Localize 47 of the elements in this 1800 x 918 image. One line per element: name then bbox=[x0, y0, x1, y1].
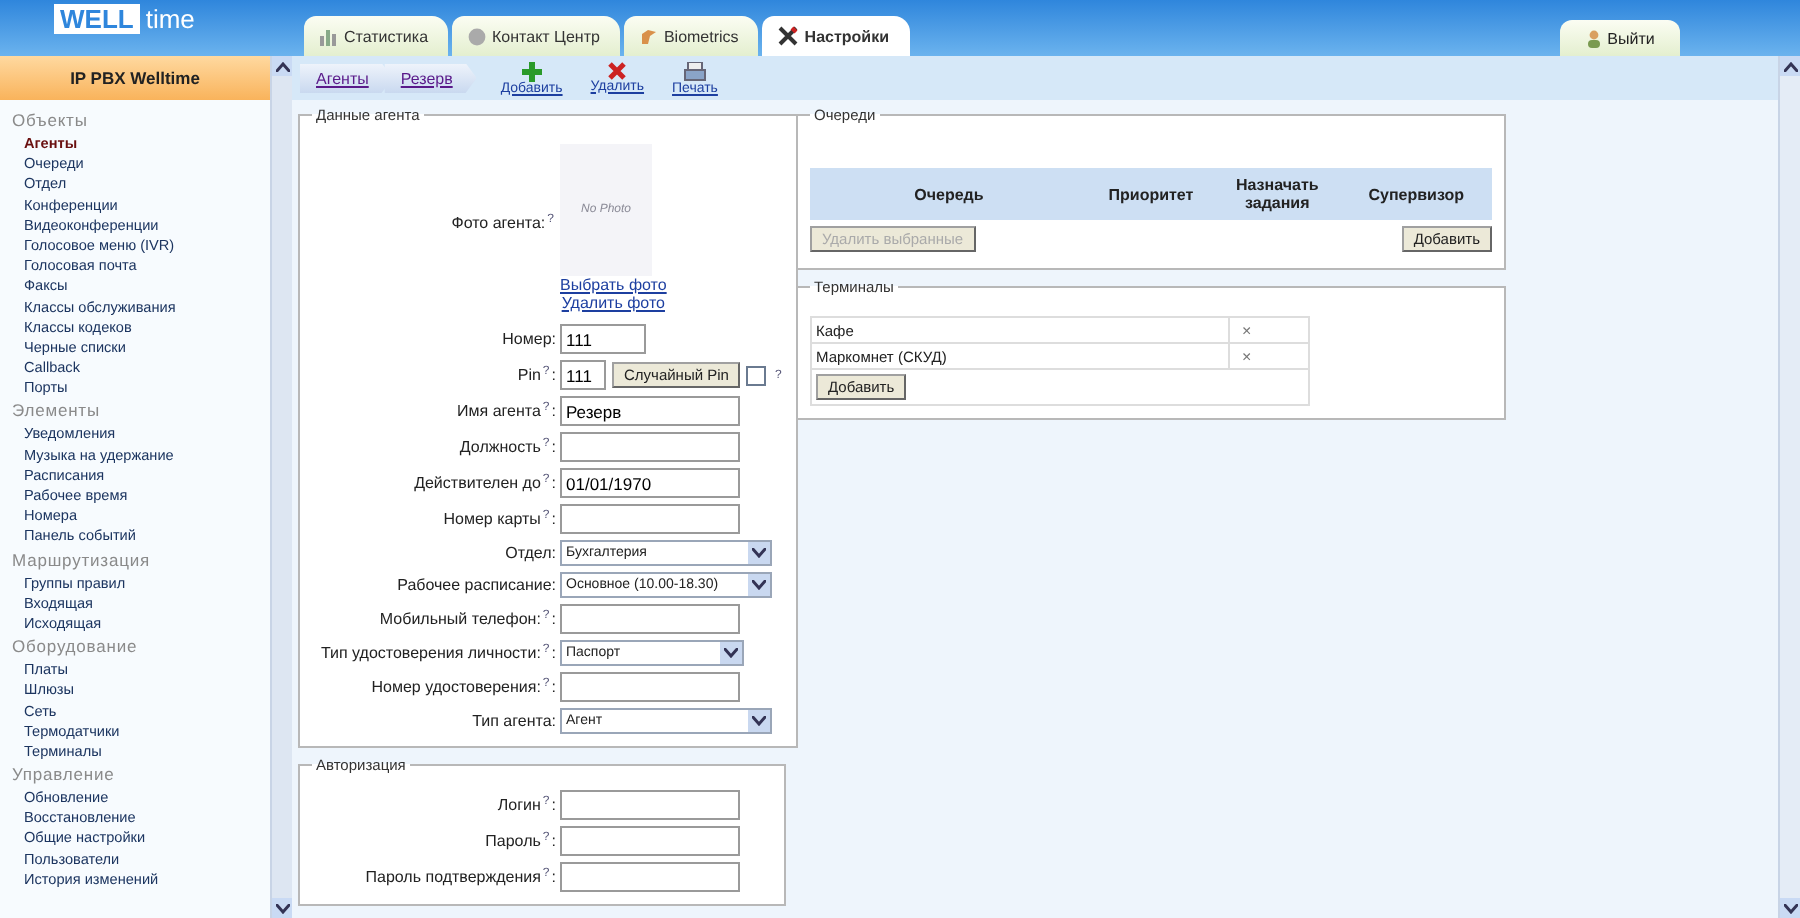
text-input[interactable]: 111 bbox=[560, 324, 646, 354]
text-input[interactable]: Резерв bbox=[560, 396, 740, 426]
photo-link[interactable]: Выбрать фото bbox=[560, 276, 667, 294]
logout-tab[interactable]: Выйти bbox=[1560, 20, 1680, 56]
field-label: Тип агента: bbox=[470, 712, 556, 730]
group-heading: Объекты bbox=[12, 108, 90, 134]
group-heading: Управление bbox=[12, 762, 117, 789]
text-input[interactable] bbox=[560, 790, 740, 820]
text-input[interactable]: 111 bbox=[560, 360, 606, 390]
plus-icon bbox=[521, 61, 542, 81]
group-heading: Маршрутизация bbox=[12, 547, 153, 574]
remove-button[interactable]: × bbox=[1228, 344, 1308, 368]
bar-chart-icon bbox=[320, 27, 338, 45]
nav-tab[interactable]: Статистика bbox=[304, 16, 449, 56]
field-label: Номер: bbox=[500, 330, 556, 348]
group-heading: Элементы bbox=[12, 398, 102, 425]
nav-tab[interactable]: Biometrics bbox=[623, 16, 759, 56]
text-input[interactable] bbox=[560, 672, 740, 702]
column-header: Очередь bbox=[912, 185, 986, 203]
scrollbar[interactable] bbox=[1778, 56, 1800, 918]
checkbox[interactable] bbox=[746, 365, 767, 385]
tools-icon bbox=[778, 26, 799, 46]
text-input[interactable] bbox=[560, 826, 740, 856]
text-input[interactable]: 01/01/1970 bbox=[560, 468, 740, 498]
text-input[interactable] bbox=[560, 504, 740, 534]
photo-link[interactable]: Удалить фото bbox=[561, 294, 665, 312]
scrollbar[interactable] bbox=[270, 56, 292, 918]
sidebar-title: IP PBX Welltime bbox=[0, 56, 270, 100]
column-header: Приоритет bbox=[1106, 185, 1196, 203]
field-label: Отдел: bbox=[503, 544, 556, 562]
breadcrumb-link[interactable]: Резерв bbox=[384, 63, 477, 93]
column-header: Назначать задания bbox=[1233, 176, 1321, 212]
person-icon bbox=[1585, 29, 1602, 47]
field-label: Рабочее расписание: bbox=[395, 576, 556, 594]
printer-icon bbox=[683, 61, 706, 81]
hand-icon bbox=[639, 27, 658, 45]
text-input[interactable] bbox=[560, 604, 740, 634]
group-heading: Оборудование bbox=[12, 634, 140, 661]
nav-tab[interactable]: Настройки bbox=[762, 16, 910, 56]
globe-icon bbox=[468, 27, 487, 45]
remove-button[interactable]: × bbox=[1228, 318, 1308, 342]
logo: WELL time bbox=[54, 4, 195, 34]
column-header: Супервизор bbox=[1366, 185, 1466, 203]
nav-tab[interactable]: Контакт Центр bbox=[452, 16, 620, 56]
text-input[interactable] bbox=[560, 432, 740, 462]
text-input[interactable] bbox=[560, 862, 740, 892]
close-icon bbox=[608, 61, 627, 79]
